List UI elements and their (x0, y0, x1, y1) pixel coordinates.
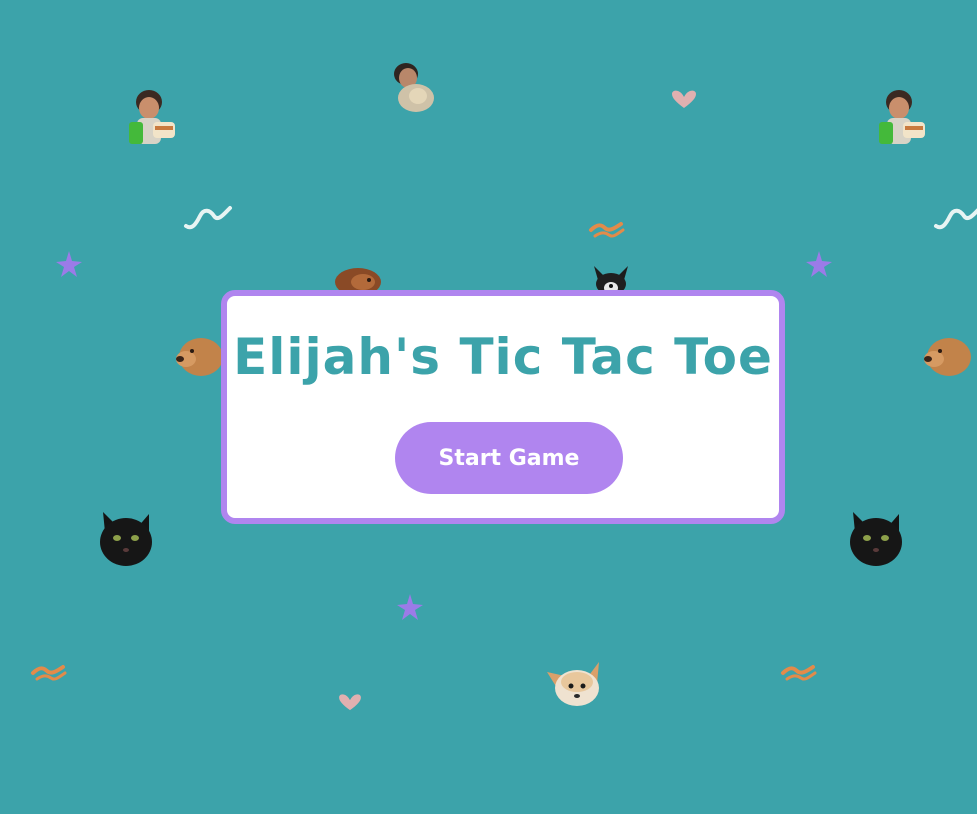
purple-star-doodle (397, 594, 423, 620)
brown-dog-sticker (176, 338, 223, 376)
chihuahua-sticker (547, 662, 599, 706)
game-title: Elijah's Tic Tac Toe (233, 328, 773, 386)
start-modal: Elijah's Tic Tac Toe Start Game (221, 290, 785, 524)
squiggle-doodle (184, 206, 232, 230)
purple-star-doodle (56, 251, 82, 277)
black-cat-sticker (100, 512, 152, 566)
purple-star-doodle (806, 251, 832, 277)
heart-doodle (672, 90, 696, 108)
black-cat-sticker (850, 512, 902, 566)
kid-with-cup-sticker (129, 90, 175, 144)
squiggle-doodle (934, 208, 977, 230)
brown-dog-sticker (924, 338, 971, 376)
squiggle-doodle (781, 665, 817, 681)
squiggle-doodle (31, 665, 67, 681)
squiggle-doodle (589, 222, 625, 238)
kid-with-toy-sticker (394, 63, 434, 112)
kid-with-cup-sticker (879, 90, 925, 144)
brown-dog-sticker (335, 268, 381, 292)
start-game-button[interactable]: Start Game (395, 422, 623, 494)
heart-doodle (339, 694, 361, 711)
